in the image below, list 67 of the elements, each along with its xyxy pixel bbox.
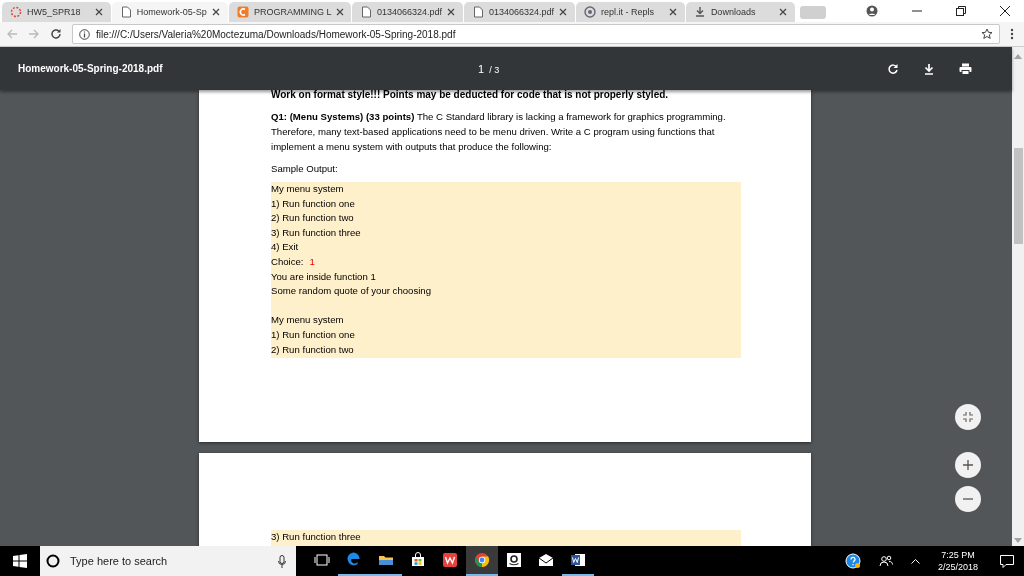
output-line: 1) Run function one <box>271 327 356 342</box>
zoom-out-icon[interactable] <box>954 485 982 513</box>
close-icon[interactable] <box>94 8 103 16</box>
browser-tab[interactable]: Downloads <box>685 2 795 22</box>
document-icon <box>119 6 132 18</box>
close-icon[interactable] <box>336 8 345 16</box>
search-bar[interactable]: Type here to search <box>40 546 296 576</box>
browser-tab[interactable]: Homework-05-Sp <box>111 2 228 22</box>
output-line: Choice: <box>271 254 304 269</box>
swirl-icon <box>584 6 597 18</box>
sample-label: Sample Output: <box>271 162 339 176</box>
browser-tab[interactable]: repl.it - Repls <box>576 2 685 22</box>
reload-icon[interactable] <box>50 28 62 40</box>
address-field[interactable]: file:///C:/Users/Valeria%20Moctezuma/Downloads/Homework-05-Spring-2018.pdf <box>72 24 1000 44</box>
clock-date[interactable]: 2/25/2018 <box>937 561 978 573</box>
answer-text: 1 <box>309 254 315 269</box>
chrome-logo-icon[interactable] <box>466 546 498 576</box>
chevron-up-icon[interactable] <box>910 558 920 564</box>
output-line: 3) Run function three <box>271 530 362 544</box>
zoom-in-icon[interactable] <box>954 451 982 479</box>
download-icon <box>693 6 706 18</box>
document-title: Homework-05-Spring-2018.pdf <box>18 63 164 74</box>
close-icon[interactable] <box>446 8 455 16</box>
rotate-icon[interactable] <box>887 62 899 75</box>
restore-icon[interactable] <box>956 6 966 16</box>
document-icon <box>359 6 372 18</box>
output-line: 3) Run function three <box>271 225 362 240</box>
browser-tab[interactable]: 0134066324.pdf <box>463 2 576 22</box>
page-count: / 3 <box>489 64 500 75</box>
cortana-icon <box>46 554 60 568</box>
account-icon[interactable] <box>866 5 878 17</box>
output-line: Some random quote of your choosing <box>271 284 432 299</box>
scrollbar[interactable] <box>1012 47 1024 546</box>
fit-page-icon[interactable] <box>954 403 982 431</box>
notification-icon[interactable] <box>1000 554 1014 568</box>
notice-text: Work on format style!!! Points may be deducted for code that is not properly styled. <box>271 90 670 102</box>
document-icon <box>471 6 484 18</box>
question-text: Q1: (Menu Systems) (33 points) The C Standard library is lacking a framework for graphics programming. Therefore, many text-based applications need to be menu driven. Write a C program using functions that implement a menu system with outputs that produce the following: <box>271 110 727 154</box>
print-icon[interactable] <box>959 62 972 75</box>
output-line: You are inside function 1 <box>271 269 377 284</box>
browser-tab[interactable]: HW5_SPR18 <box>2 2 111 22</box>
loading-icon <box>10 6 22 18</box>
download-icon[interactable] <box>923 62 935 75</box>
star-icon[interactable] <box>981 28 993 40</box>
output-line: My menu system <box>271 313 345 328</box>
browser-tab[interactable]: 0134066324.pdf <box>351 2 463 22</box>
info-icon[interactable] <box>79 28 90 40</box>
page-number-field[interactable]: 1 <box>478 62 485 75</box>
scrollbar-thumb[interactable] <box>1013 148 1023 244</box>
output-line: 2) Run function two <box>271 211 355 226</box>
output-line: My menu system <box>271 182 345 196</box>
c-logo-icon <box>236 6 249 18</box>
close-icon[interactable] <box>1000 6 1010 16</box>
close-icon[interactable] <box>778 8 787 16</box>
close-icon[interactable] <box>668 8 677 16</box>
browser-tab[interactable]: PROGRAMMING L <box>228 2 351 22</box>
search-field[interactable]: Type here to search <box>68 554 270 568</box>
output-line: 4) Exit <box>271 240 300 255</box>
clock-time[interactable]: 7:25 PM <box>941 549 975 561</box>
people-icon[interactable] <box>878 555 893 567</box>
microphone-icon[interactable] <box>278 554 286 568</box>
help-icon[interactable] <box>844 553 861 569</box>
close-icon[interactable] <box>559 8 568 16</box>
output-line: 1) Run function one <box>271 196 356 211</box>
close-icon[interactable] <box>211 8 220 16</box>
output-line: 2) Run function two <box>271 342 355 357</box>
menu-icon[interactable] <box>1010 28 1014 40</box>
